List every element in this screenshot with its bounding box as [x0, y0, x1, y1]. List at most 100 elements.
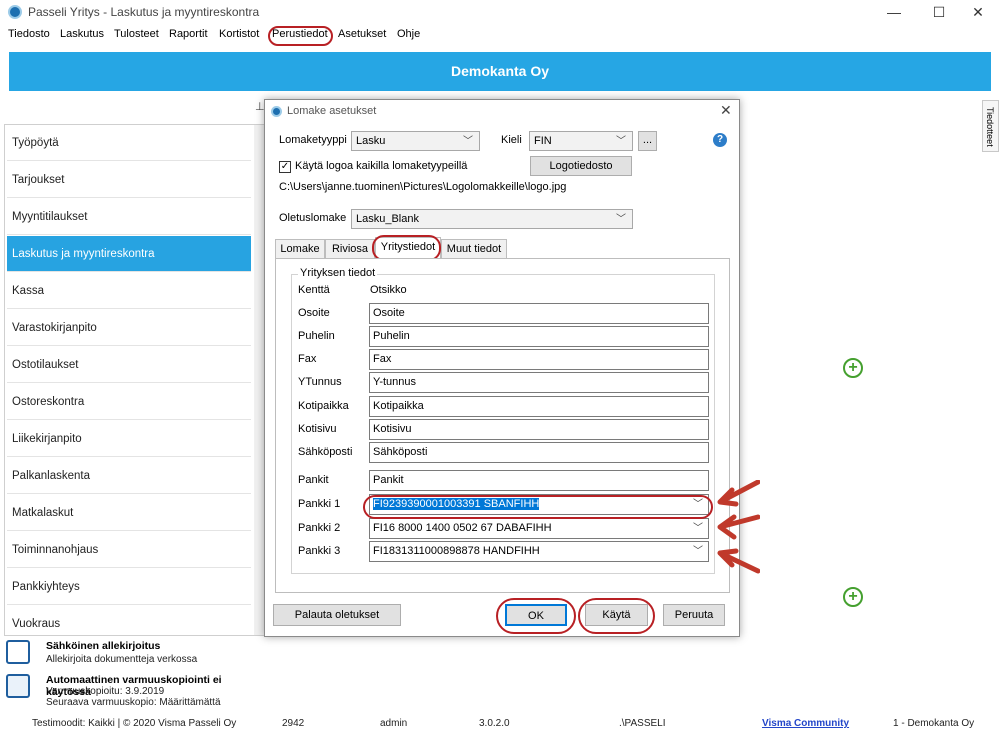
title-input-pankit[interactable]: Pankit [369, 470, 709, 491]
menu-bar: Tiedosto Laskutus Tulosteet Raportit Kor… [0, 25, 999, 46]
application-window: Passeli Yritys - Laskutus ja myyntiresko… [0, 0, 999, 732]
logo-path: C:\Users\janne.tuominen\Pictures\Logolom… [279, 181, 567, 193]
row-label: Kotipaikka [298, 400, 349, 412]
highlight-circle [363, 495, 713, 519]
signature-title: Sähköinen allekirjoitus [46, 640, 161, 652]
form-type-select[interactable]: Lasku ﹀ [351, 131, 480, 151]
app-logo-icon [8, 5, 22, 19]
highlight-circle [578, 598, 655, 634]
form-type-label: Lomaketyyppi [279, 134, 347, 146]
reset-defaults-button[interactable]: Palauta oletukset [273, 604, 401, 626]
row-label: Osoite [298, 307, 330, 319]
maximize-button[interactable]: ☐ [924, 2, 954, 22]
sidebar-item-varastokirjanpito[interactable]: Varastokirjanpito [7, 310, 251, 346]
bank-label: Pankki 3 [298, 545, 341, 557]
sidebar-item-palkanlaskenta[interactable]: Palkanlaskenta [7, 458, 251, 494]
sidebar-item-myyntitilaukset[interactable]: Myyntitilaukset [7, 199, 251, 235]
arrow-annotation-icon [717, 548, 760, 574]
sidebar-item-kassa[interactable]: Kassa [7, 273, 251, 309]
add-widget-icon[interactable]: + [843, 587, 863, 607]
sidebar-item-tyopoyta[interactable]: Työpöytä [7, 125, 251, 161]
status-user: admin [380, 718, 408, 729]
tab-lomake[interactable]: Lomake [275, 239, 325, 258]
form-type-value: Lasku [356, 135, 386, 147]
status-version: 3.0.2.0 [479, 718, 510, 729]
status-number: 2942 [282, 718, 305, 729]
help-icon[interactable]: ? [713, 133, 727, 147]
menu-laskutus[interactable]: Laskutus [60, 28, 104, 40]
language-select[interactable]: FIN ﹀ [529, 131, 633, 151]
sidebar-item-liikekirjanpito[interactable]: Liikekirjanpito [7, 421, 251, 457]
column-field-header: Kenttä [298, 284, 330, 296]
tiedotteet-tab[interactable]: Tiedotteet [982, 100, 999, 152]
backup-next: Seuraava varmuuskopio: Määrittämättä [46, 697, 221, 708]
tab-muut-tiedot[interactable]: Muut tiedot [441, 239, 507, 258]
close-button[interactable]: ✕ [963, 2, 993, 22]
calculator-icon [6, 674, 30, 698]
sidebar-item-vuokraus[interactable]: Vuokraus [7, 606, 251, 642]
row-label: YTunnus [298, 376, 342, 388]
bank-2-select[interactable]: FI16 8000 1400 0502 67 DABAFIHH ﹀ [369, 518, 709, 539]
sidebar-item-ostotilaukset[interactable]: Ostotilaukset [7, 347, 251, 383]
highlight-circle [268, 26, 333, 46]
row-label: Fax [298, 353, 317, 365]
row-label: Kotisivu [298, 423, 337, 435]
bank-3-value: FI1831311000898878 HANDFIHH [373, 545, 540, 557]
status-company: 1 - Demokanta Oy [893, 718, 975, 729]
title-input-puhelin[interactable]: Puhelin [369, 326, 709, 347]
visma-community-link[interactable]: Visma Community [762, 718, 849, 729]
sidebar-item-laskutus[interactable]: Laskutus ja myyntireskontra [7, 236, 251, 272]
sidebar-item-tarjoukset[interactable]: Tarjoukset [7, 162, 251, 198]
status-mode: Testimoodit: Kaikki | © 2020 Visma Passe… [32, 718, 237, 729]
title-input-ytunnus[interactable]: Y-tunnus [369, 372, 709, 393]
highlight-circle [496, 598, 576, 634]
minimize-button[interactable]: — [879, 2, 909, 22]
language-value: FIN [534, 135, 552, 147]
default-form-select[interactable]: Lasku_Blank ﹀ [351, 209, 633, 229]
use-logo-checkbox[interactable]: ✓ [279, 161, 291, 173]
tab-riviosa[interactable]: Riviosa [325, 239, 375, 258]
menu-raportit[interactable]: Raportit [169, 28, 208, 40]
title-input-sahkoposti[interactable]: Sähköposti [369, 442, 709, 463]
chevron-down-icon: ﹀ [463, 136, 473, 147]
dialog-close-icon[interactable]: ✕ [720, 102, 732, 119]
sidebar: Työpöytä Tarjoukset Myyntitilaukset Lask… [4, 124, 266, 636]
cancel-button[interactable]: Peruuta [663, 604, 725, 626]
company-info-group: Yrityksen tiedot Kenttä Otsikko Osoite O… [291, 267, 715, 574]
sidebar-item-pankkiyhteys[interactable]: Pankkiyhteys [7, 569, 251, 605]
menu-tulosteet[interactable]: Tulosteet [114, 28, 159, 40]
row-label: Puhelin [298, 330, 335, 342]
dialog-app-icon [271, 106, 282, 117]
chevron-down-icon: ﹀ [693, 523, 703, 534]
menu-asetukset[interactable]: Asetukset [338, 28, 386, 40]
sidebar-item-toiminnanohjaus[interactable]: Toiminnanohjaus [7, 532, 251, 568]
add-widget-icon[interactable]: + [843, 358, 863, 378]
menu-tiedosto[interactable]: Tiedosto [8, 28, 50, 40]
menu-ohje[interactable]: Ohje [397, 28, 420, 40]
chevron-down-icon: ﹀ [616, 214, 626, 225]
default-form-value: Lasku_Blank [356, 213, 419, 225]
language-more-button[interactable]: ... [638, 131, 657, 151]
company-info-panel: Yrityksen tiedot Kenttä Otsikko Osoite O… [275, 258, 730, 593]
status-bar: Testimoodit: Kaikki | © 2020 Visma Passe… [0, 716, 999, 732]
bank-3-select[interactable]: FI1831311000898878 HANDFIHH ﹀ [369, 541, 709, 562]
title-input-fax[interactable]: Fax [369, 349, 709, 370]
signature-subtitle: Allekirjoita dokumentteja verkossa [46, 654, 198, 665]
sidebar-item-matkalaskut[interactable]: Matkalaskut [7, 495, 251, 531]
e-signature-block[interactable]: Sähköinen allekirjoitus Allekirjoita dok… [6, 640, 266, 672]
logo-file-button[interactable]: Logotiedosto [530, 156, 632, 176]
sidebar-item-ostoreskontra[interactable]: Ostoreskontra [7, 384, 251, 420]
company-banner: Demokanta Oy [9, 52, 991, 91]
title-input-kotisivu[interactable]: Kotisivu [369, 419, 709, 440]
form-settings-dialog: Lomake asetukset ✕ Lomaketyyppi Lasku ﹀ K… [264, 99, 740, 637]
group-title: Yrityksen tiedot [298, 267, 378, 279]
use-logo-label: Käytä logoa kaikilla lomaketyypeillä [295, 160, 468, 172]
chevron-down-icon: ﹀ [616, 136, 626, 147]
title-input-osoite[interactable]: Osoite [369, 303, 709, 324]
language-label: Kieli [501, 134, 522, 146]
title-input-kotipaikka[interactable]: Kotipaikka [369, 396, 709, 417]
row-label: Pankit [298, 474, 329, 486]
bank-label: Pankki 2 [298, 522, 341, 534]
menu-kortistot[interactable]: Kortistot [219, 28, 259, 40]
backup-block[interactable]: Automaattinen varmuuskopiointi ei käytös… [6, 674, 266, 714]
